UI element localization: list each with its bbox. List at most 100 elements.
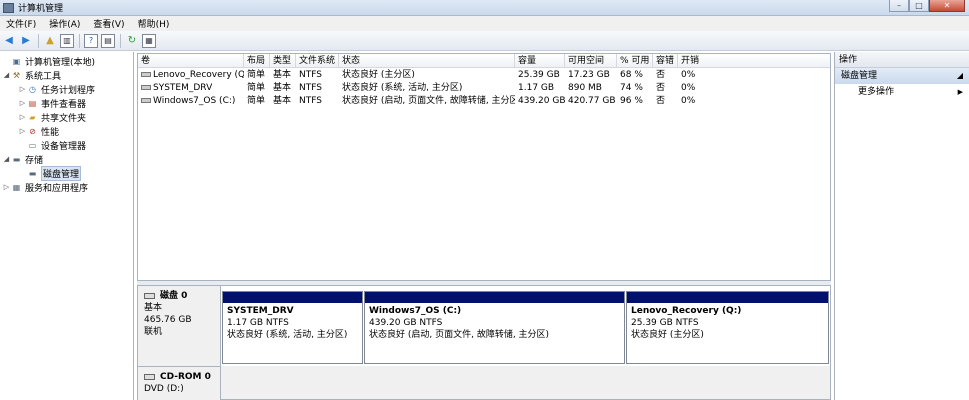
cell-free-space: 17.23 GB [568, 70, 610, 80]
tree-item-task-scheduler[interactable]: ▷ ◷ 任务计划程序 [18, 82, 95, 96]
actions-section-disk-management[interactable]: 磁盘管理 ◢ [835, 68, 969, 84]
cell-status: 状态良好 (系统, 活动, 主分区) [342, 83, 463, 93]
help-icon[interactable]: ? [84, 33, 98, 48]
cell-type: 基本 [273, 83, 292, 93]
forward-icon[interactable]: ▶ [19, 34, 33, 48]
disk-icon [144, 292, 155, 299]
volume-list: 卷 布局 类型 文件系统 状态 容量 可用空间 % 可用 容错 开销 Lenov… [137, 53, 831, 281]
expand-arrow-icon[interactable]: ▷ [18, 85, 27, 93]
tree-item-event-viewer[interactable]: ▷ ▤ 事件查看器 [18, 96, 86, 110]
maximize-button[interactable]: □ [909, 0, 929, 12]
tree-item-disk-management[interactable]: ▬ 磁盘管理 [18, 165, 82, 181]
title-bar: 计算机管理 – □ ✕ [0, 0, 969, 16]
performance-icon: ⊘ [29, 126, 36, 136]
partition-system-drv[interactable]: SYSTEM_DRV 1.17 GB NTFS 状态良好 (系统, 活动, 主分… [222, 291, 363, 364]
cell-fault-tolerance: 否 [656, 96, 666, 106]
computer-icon: ▣ [12, 56, 21, 66]
cdrom-icon [144, 373, 155, 380]
expand-arrow-icon[interactable]: ▷ [18, 127, 27, 135]
tree-item-performance[interactable]: ▷ ⊘ 性能 [18, 124, 59, 138]
menu-help[interactable]: 帮助(H) [132, 17, 177, 30]
table-row[interactable]: SYSTEM_DRV 简单 基本 NTFS 状态良好 (系统, 活动, 主分区)… [138, 82, 830, 95]
event-viewer-icon: ▤ [28, 98, 37, 108]
expand-arrow-icon[interactable]: ▷ [2, 183, 11, 191]
table-row[interactable]: Lenovo_Recovery (Q:) 简单 基本 NTFS 状态良好 (主分… [138, 69, 830, 82]
cell-overhead: 0% [681, 96, 696, 106]
cell-free-space: 420.77 GB [568, 96, 616, 106]
table-row[interactable]: Windows7_OS (C:) 简单 基本 NTFS 状态良好 (启动, 页面… [138, 95, 830, 108]
shared-folder-icon: ▰ [29, 112, 36, 122]
partition-windows7-os[interactable]: Windows7_OS (C:) 439.20 GB NTFS 状态良好 (启动… [364, 291, 625, 364]
minimize-button[interactable]: – [889, 0, 909, 12]
back-icon[interactable]: ◀ [2, 34, 16, 48]
expand-arrow-icon[interactable]: ▷ [18, 113, 27, 121]
tree-item-device-manager[interactable]: ▭ 设备管理器 [18, 138, 86, 152]
column-layout[interactable]: 布局 [244, 54, 270, 68]
cell-filesystem: NTFS [299, 70, 322, 80]
more-actions-item[interactable]: 更多操作 ▶ [835, 84, 969, 100]
column-percent-free[interactable]: % 可用 [617, 54, 653, 68]
close-button[interactable]: ✕ [929, 0, 965, 12]
cell-volume: SYSTEM_DRV [138, 82, 244, 95]
column-capacity[interactable]: 容量 [515, 54, 565, 68]
column-free-space[interactable]: 可用空间 [565, 54, 617, 68]
collapse-arrow-icon[interactable]: ◢ [2, 71, 11, 79]
cell-status: 状态良好 (主分区) [342, 70, 415, 80]
cell-percent-free: 96 % [620, 96, 643, 106]
menu-file[interactable]: 文件(F) [0, 17, 43, 30]
up-folder-icon[interactable]: ▲ [43, 34, 57, 48]
cell-free-space: 890 MB [568, 83, 602, 93]
cdrom-0-area[interactable] [221, 366, 830, 399]
toolbar-separator [120, 33, 121, 48]
tree-item-storage[interactable]: ◢ ▬ 存储 [2, 152, 43, 166]
cell-filesystem: NTFS [299, 96, 322, 106]
cdrom-0-label[interactable]: CD-ROM 0 DVD (D:) [138, 366, 221, 400]
menu-bar: 文件(F) 操作(A) 查看(V) 帮助(H) [0, 16, 969, 31]
window-controls: – □ ✕ [889, 0, 965, 12]
cell-percent-free: 74 % [620, 83, 643, 93]
cell-overhead: 0% [681, 83, 696, 93]
column-type[interactable]: 类型 [270, 54, 296, 68]
tree-item-system-tools[interactable]: ◢ ⚒ 系统工具 [2, 68, 61, 82]
collapse-triangle-icon[interactable]: ◢ [957, 68, 963, 84]
collapse-arrow-icon[interactable]: ◢ [2, 155, 11, 163]
cell-capacity: 439.20 GB [518, 96, 565, 106]
tools-icon: ⚒ [12, 70, 21, 80]
tree-item-shared-folders[interactable]: ▷ ▰ 共享文件夹 [18, 110, 86, 124]
column-status[interactable]: 状态 [339, 54, 515, 68]
partition-lenovo-recovery[interactable]: Lenovo_Recovery (Q:) 25.39 GB NTFS 状态良好 … [626, 291, 829, 364]
expand-arrow-icon[interactable]: ▷ [18, 99, 27, 107]
device-manager-icon: ▭ [28, 140, 37, 150]
volume-icon [141, 85, 151, 90]
menu-action[interactable]: 操作(A) [43, 17, 87, 30]
cell-type: 基本 [273, 70, 292, 80]
computer-management-icon [3, 2, 14, 13]
disk-management-icon: ▬ [28, 168, 37, 178]
cell-capacity: 1.17 GB [518, 83, 555, 93]
column-filesystem[interactable]: 文件系统 [296, 54, 339, 68]
cell-layout: 简单 [247, 96, 266, 106]
window-title: 计算机管理 [18, 4, 64, 14]
volume-icon [141, 72, 151, 77]
menu-view[interactable]: 查看(V) [87, 17, 131, 30]
storage-icon: ▬ [12, 154, 21, 164]
navigation-tree: ▣ 计算机管理(本地) ◢ ⚒ 系统工具 ▷ ◷ 任务计划程序 ▷ ▤ 事件查看… [0, 52, 134, 400]
properties-icon[interactable]: ▤ [101, 33, 115, 48]
column-overhead[interactable]: 开销 [678, 54, 738, 68]
clock-icon: ◷ [29, 84, 36, 94]
refresh-icon[interactable]: ↻ [125, 34, 139, 48]
toolbar: ◀ ▶ ▲ ▥ ? ▤ ↻ ▦ [0, 31, 969, 51]
tree-item-computer-management[interactable]: ▣ 计算机管理(本地) [2, 54, 95, 68]
tree-item-services-apps[interactable]: ▷ ▦ 服务和应用程序 [2, 180, 88, 194]
cell-overhead: 0% [681, 70, 696, 80]
disk-map: 磁盘 0 基本 465.76 GB 联机 SYSTEM_DRV 1.17 GB … [137, 285, 831, 400]
column-fault-tolerance[interactable]: 容错 [653, 54, 678, 68]
show-hide-tree-icon[interactable]: ▥ [60, 33, 74, 48]
cell-layout: 简单 [247, 70, 266, 80]
column-volume[interactable]: 卷 [138, 54, 244, 68]
disk-0-label[interactable]: 磁盘 0 基本 465.76 GB 联机 [138, 286, 221, 366]
actions-pane: 操作 磁盘管理 ◢ 更多操作 ▶ [834, 52, 969, 400]
volume-list-header: 卷 布局 类型 文件系统 状态 容量 可用空间 % 可用 容错 开销 [138, 54, 830, 68]
export-list-icon[interactable]: ▦ [142, 33, 156, 48]
cell-volume: Lenovo_Recovery (Q:) [138, 69, 244, 82]
